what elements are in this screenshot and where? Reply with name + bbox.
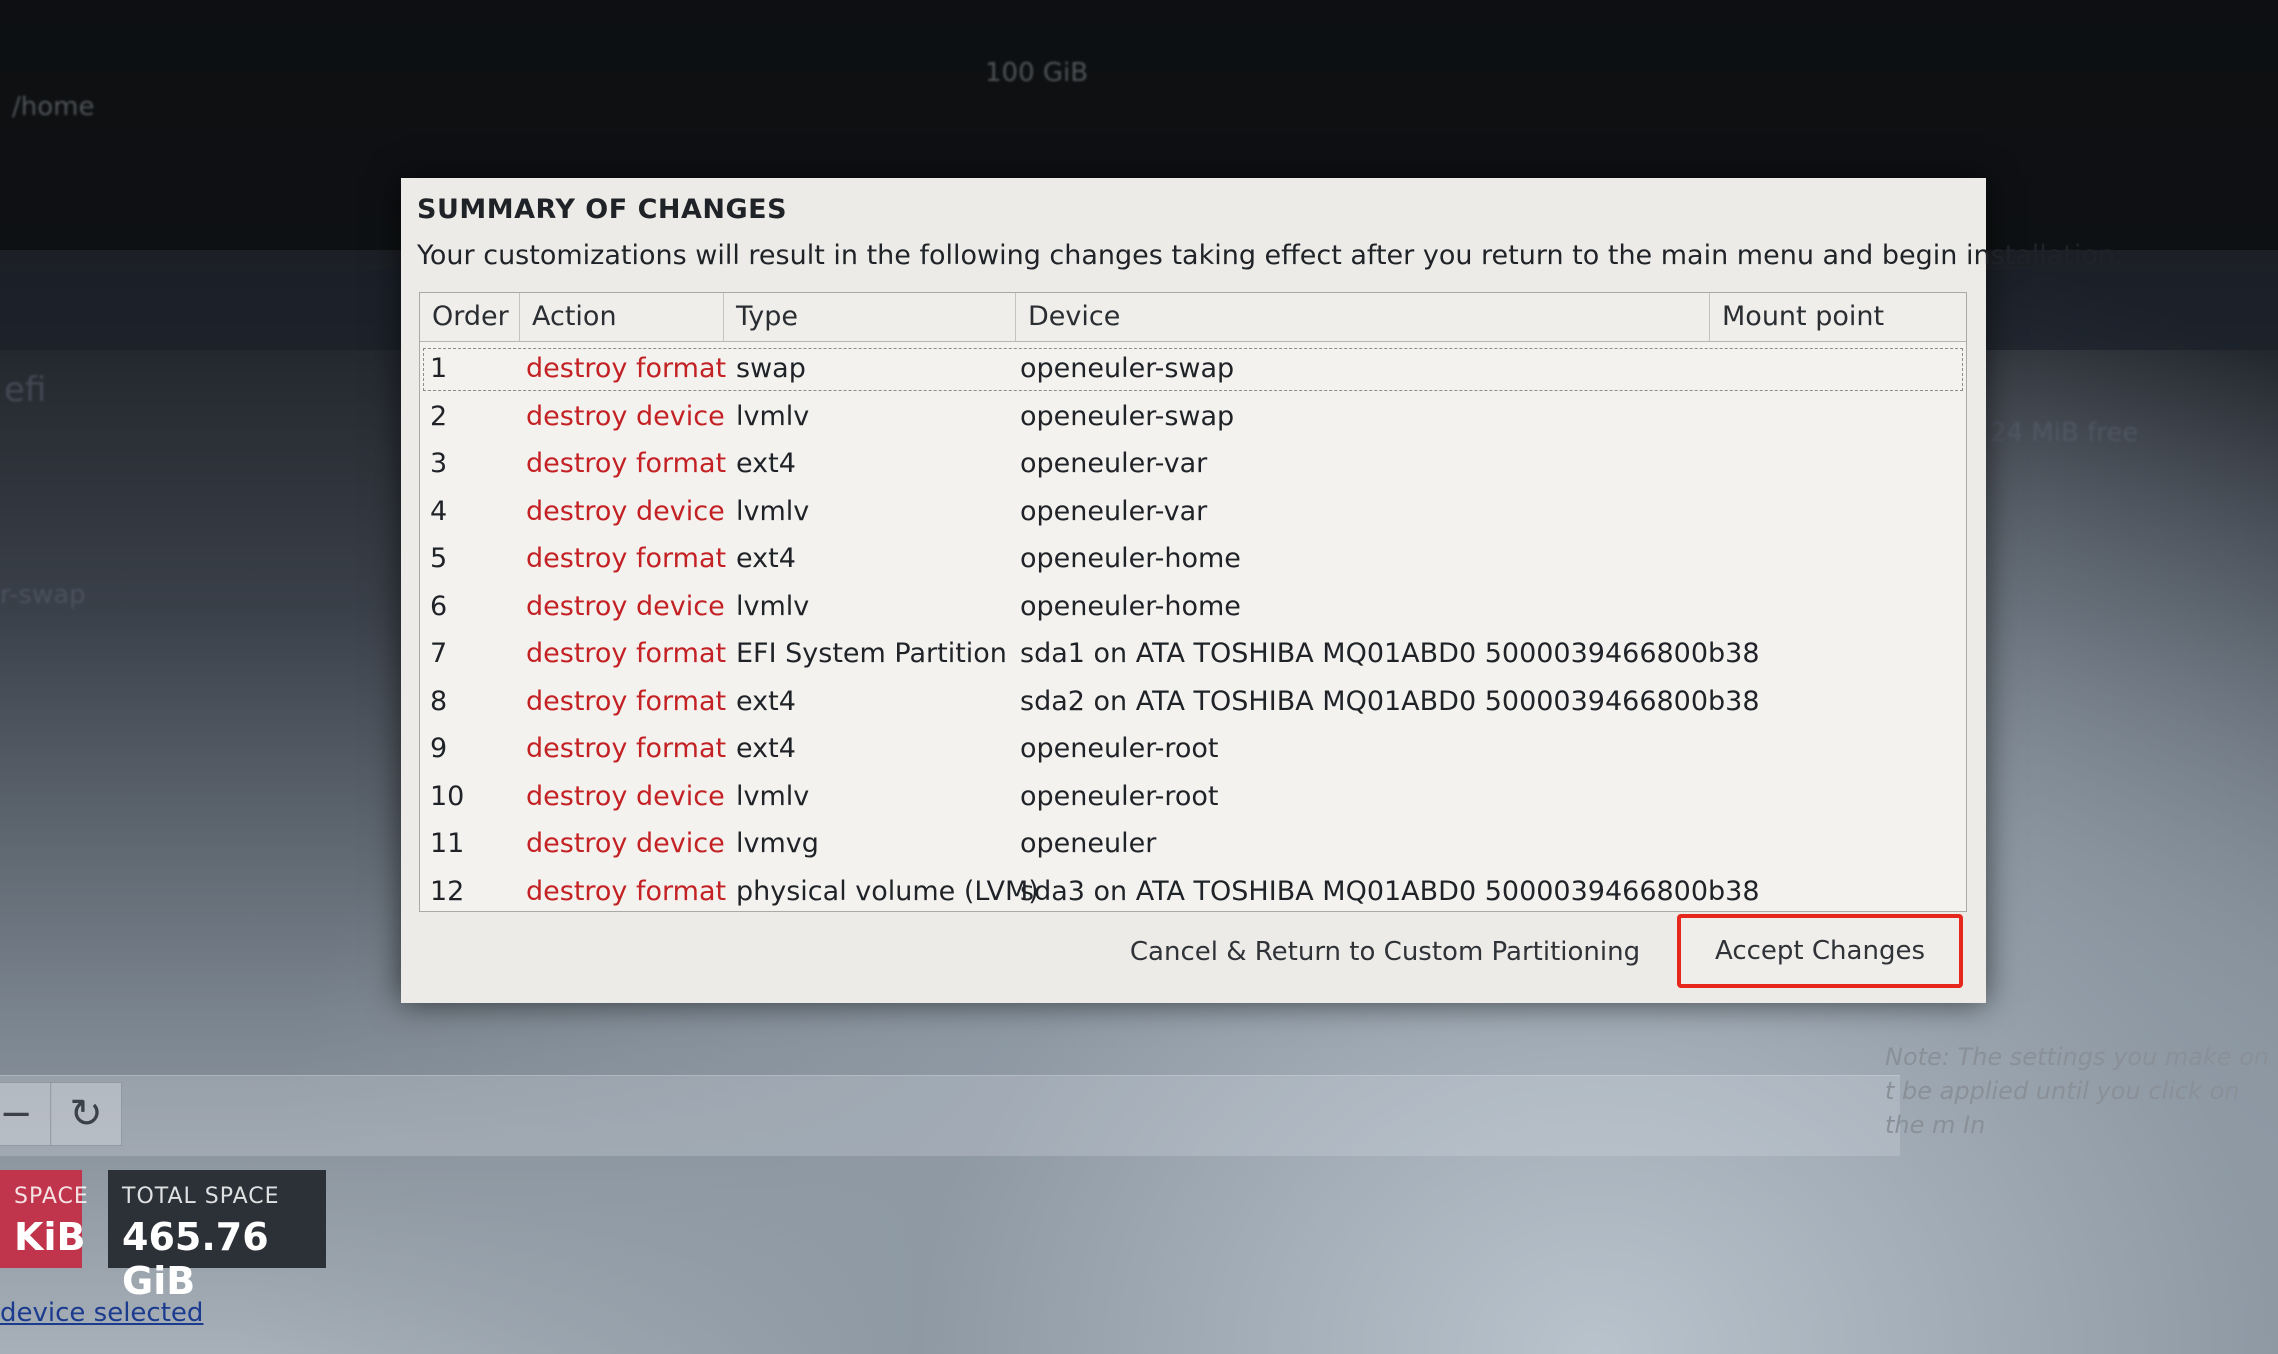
dialog-description: Your customizations will result in the f… — [417, 240, 2125, 271]
row-device: openeuler — [1020, 828, 1157, 859]
table-row[interactable]: 4 destroy device lvmlv openeuler-var — [420, 488, 1966, 535]
row-type: lvmlv — [736, 495, 810, 527]
row-device: openeuler-swap — [1020, 353, 1235, 384]
table-header: Order Action Type Device Mount point — [420, 293, 1966, 342]
refresh-icon: ↻ — [69, 1091, 103, 1137]
table-row[interactable]: 1 destroy format swap openeuler-swap — [420, 345, 1966, 392]
total-space-value: 465.76 GiB — [122, 1215, 269, 1303]
background-swap-text: r-swap — [0, 580, 86, 610]
row-type: EFI System Partition — [736, 638, 1007, 669]
row-type: ext4 — [736, 543, 796, 574]
row-action: destroy format — [526, 638, 727, 669]
row-device: sda3 on ATA TOSHIBA MQ01ABD0 50000394668… — [1020, 875, 1760, 907]
dialog-title: SUMMARY OF CHANGES — [417, 194, 788, 225]
row-action: destroy format — [526, 875, 727, 907]
table-row[interactable]: 6 destroy device lvmlv openeuler-home — [420, 583, 1966, 630]
row-order: 12 — [430, 875, 465, 907]
row-order: 2 — [430, 400, 448, 432]
row-order: 10 — [430, 780, 465, 812]
column-mount-point[interactable]: Mount point — [1710, 293, 1966, 341]
column-action[interactable]: Action — [520, 293, 724, 341]
table-row[interactable]: 11 destroy device lvmvg openeuler — [420, 820, 1966, 867]
row-action: destroy device — [526, 495, 725, 527]
row-device: openeuler-swap — [1020, 400, 1235, 432]
changes-table: Order Action Type Device Mount point 1 de… — [419, 292, 1967, 912]
table-row[interactable]: 5 destroy format ext4 openeuler-home — [420, 535, 1966, 582]
row-action: destroy device — [526, 780, 725, 812]
row-order: 6 — [430, 590, 448, 622]
row-action: destroy device — [526, 590, 725, 622]
row-order: 7 — [430, 638, 448, 669]
row-action: destroy format — [526, 353, 727, 384]
table-row[interactable]: 8 destroy format ext4 sda2 on ATA TOSHIBA M… — [420, 678, 1966, 725]
available-space-box: SPACE KiB — [0, 1170, 89, 1268]
row-order: 4 — [430, 495, 448, 527]
row-type: lvmlv — [736, 590, 810, 622]
row-device: sda2 on ATA TOSHIBA MQ01ABD0 50000394668… — [1020, 685, 1760, 717]
column-order[interactable]: Order — [420, 293, 520, 341]
row-order: 8 — [430, 685, 448, 717]
row-type: lvmlv — [736, 780, 810, 812]
background-mountpoint-text: /home — [12, 92, 95, 122]
row-device: openeuler-home — [1020, 590, 1241, 622]
row-device: openeuler-root — [1020, 780, 1219, 812]
row-type: lvmvg — [736, 828, 819, 859]
table-row[interactable]: 9 destroy format ext4 openeuler-root — [420, 725, 1966, 772]
row-action: destroy device — [526, 400, 725, 432]
summary-of-changes-dialog: SUMMARY OF CHANGES Your customizations w… — [401, 178, 2124, 1003]
row-action: destroy device — [526, 828, 725, 859]
row-action: destroy format — [526, 685, 727, 717]
background-note: Note: The settings you make on t be appl… — [1885, 1043, 2270, 1139]
row-type: swap — [736, 353, 806, 384]
refresh-button[interactable]: ↻ — [50, 1082, 122, 1146]
row-order: 1 — [430, 353, 448, 384]
row-device: sda1 on ATA TOSHIBA MQ01ABD0 50000394668… — [1020, 638, 1760, 669]
table-row[interactable]: 7 destroy format EFI System Partition sda1 … — [420, 630, 1966, 677]
row-action: destroy format — [526, 733, 727, 764]
row-action: destroy format — [526, 543, 727, 574]
row-device: openeuler-var — [1020, 495, 1208, 527]
row-type: ext4 — [736, 448, 796, 479]
accept-changes-button[interactable]: Accept Changes — [1677, 914, 1963, 988]
row-type: ext4 — [736, 685, 796, 717]
row-order: 11 — [430, 828, 465, 859]
row-action: destroy format — [526, 448, 727, 479]
column-type[interactable]: Type — [724, 293, 1016, 341]
table-row[interactable]: 3 destroy format ext4 openeuler-var — [420, 440, 1966, 487]
available-space-value: KiB — [14, 1215, 86, 1259]
row-device: openeuler-home — [1020, 543, 1241, 574]
row-type: lvmlv — [736, 400, 810, 432]
cancel-return-button[interactable]: Cancel & Return to Custom Partitioning — [1107, 920, 1663, 984]
row-order: 9 — [430, 733, 448, 764]
column-device[interactable]: Device — [1016, 293, 1710, 341]
available-space-label: SPACE — [14, 1184, 89, 1209]
background-size-text: 100 GiB — [985, 58, 1089, 88]
partition-toolbar — [0, 1075, 1900, 1156]
table-row[interactable]: 10 destroy device lvmlv openeuler-root — [420, 773, 1966, 820]
row-type: ext4 — [736, 733, 796, 764]
table-row[interactable]: 12 destroy format physical volume (LVM) sda… — [420, 868, 1966, 912]
row-device: openeuler-root — [1020, 733, 1219, 764]
table-row[interactable]: 2 destroy device lvmlv openeuler-swap — [420, 393, 1966, 440]
device-selected-link[interactable]: device selected — [0, 1298, 203, 1328]
background-free-text: 24 MiB free — [1990, 418, 2139, 448]
background-efi-text: efi — [4, 370, 47, 410]
row-type: physical volume (LVM) — [736, 875, 1039, 907]
row-device: openeuler-var — [1020, 448, 1208, 479]
total-space-label: TOTAL SPACE — [122, 1184, 280, 1209]
remove-partition-button[interactable]: − — [0, 1082, 52, 1146]
total-space-box: TOTAL SPACE 465.76 GiB — [108, 1170, 326, 1303]
row-order: 3 — [430, 448, 448, 479]
row-order: 5 — [430, 543, 448, 574]
